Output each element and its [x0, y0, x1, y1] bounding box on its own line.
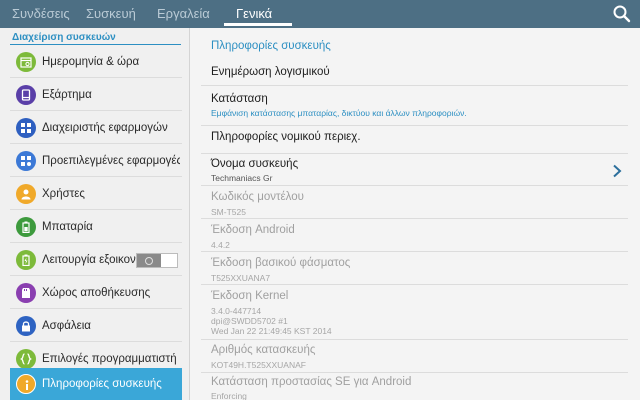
sidebar-item-app-manager[interactable]: Διαχειριστής εφαρμογών	[10, 112, 182, 144]
sidebar-item-accessory[interactable]: Εξάρτημα	[10, 79, 182, 111]
row-android-version: Έκδοση Android 4.4.2	[201, 219, 628, 252]
row-device-name[interactable]: Όνομα συσκευής Techmaniacs Gr	[201, 154, 628, 186]
chevron-right-icon	[612, 164, 622, 178]
search-icon[interactable]	[612, 4, 632, 24]
row-model-number: Κωδικός μοντέλου SM-T525	[201, 186, 628, 219]
row-title: Κωδικός μοντέλου	[211, 191, 304, 203]
row-subtitle: Enforcing	[211, 391, 247, 400]
top-tab-bar: Συνδέσεις Συσκευή Εργαλεία Γενικά	[0, 0, 640, 28]
sidebar-item-label: Χρήστες	[42, 188, 85, 200]
storage-icon	[16, 283, 36, 303]
sidebar-item-label: Λειτουργία εξοικονόμησης ενέργειας	[42, 254, 140, 266]
row-title: Έκδοση Kernel	[211, 290, 289, 302]
row-title: Αριθμός κατασκευής	[211, 344, 316, 356]
row-subtitle: SM-T525	[211, 207, 246, 217]
row-kernel-version: Έκδοση Kernel 3.4.0-447714 dpi@SWDD5702 …	[201, 285, 628, 340]
sidebar-item-security[interactable]: Ασφάλεια	[10, 310, 182, 342]
calendar-clock-icon	[16, 52, 36, 72]
row-title: Όνομα συσκευής	[211, 158, 299, 170]
row-title: Έκδοση βασικού φάσματος	[211, 257, 351, 269]
sidebar-item-label: Πληροφορίες συσκευής	[42, 378, 162, 390]
row-subtitle: T525XXUANA7	[211, 273, 271, 283]
row-subtitle-line: dpi@SWDD5702 #1	[211, 316, 288, 326]
row-subtitle: 4.4.2	[211, 240, 230, 250]
sidebar-item-label: Ημερομηνία & ώρα	[42, 56, 140, 68]
app-grid-icon	[16, 118, 36, 138]
row-legal-info[interactable]: Πληροφορίες νομικού περιεχ.	[201, 126, 628, 154]
sidebar-item-users[interactable]: Χρήστες	[10, 178, 182, 210]
row-subtitle: Techmaniacs Gr	[211, 173, 273, 183]
sidebar-item-battery[interactable]: Μπαταρία	[10, 211, 182, 243]
sidebar-item-label: Διαχειριστής εφαρμογών	[42, 122, 168, 134]
row-title: Κατάσταση προστασίας SE για Android	[211, 376, 412, 388]
power-saving-icon	[16, 250, 36, 270]
sidebar-item-label: Μπαταρία	[42, 221, 93, 233]
battery-icon	[16, 217, 36, 237]
power-saving-toggle[interactable]	[136, 253, 178, 268]
row-subtitle-line: 3.4.0-447714	[211, 306, 262, 316]
sidebar-section-title: Διαχείριση συσκευών	[12, 32, 116, 43]
row-title: Κατάσταση	[211, 93, 268, 105]
developer-braces-icon	[16, 349, 36, 369]
lock-icon	[16, 316, 36, 336]
device-info-panel: Πληροφορίες συσκευής Ενημέρωση λογισμικο…	[191, 28, 640, 400]
users-icon	[16, 184, 36, 204]
tab-tools[interactable]: Εργαλεία	[155, 0, 212, 28]
panel-header: Πληροφορίες συσκευής	[211, 40, 331, 52]
row-subtitle: KOT49H.T525XXUANAF	[211, 360, 306, 370]
settings-sidebar: Διαχείριση συσκευών Ημερομηνία & ώρα Εξά…	[0, 28, 190, 400]
sidebar-item-label: Προεπιλεγμένες εφαρμογές	[42, 155, 180, 167]
row-baseband-version: Έκδοση βασικού φάσματος T525XXUANA7	[201, 252, 628, 285]
row-title: Ενημέρωση λογισμικού	[211, 66, 330, 78]
row-software-update[interactable]: Ενημέρωση λογισμικού	[201, 58, 628, 86]
tab-device[interactable]: Συσκευή	[84, 0, 138, 28]
sidebar-item-power-saving[interactable]: Λειτουργία εξοικονόμησης ενέργειας	[10, 244, 182, 276]
row-subtitle: Εμφάνιση κατάστασης μπαταρίας, δικτύου κ…	[211, 108, 467, 118]
accessory-icon	[16, 85, 36, 105]
row-se-android-status: Κατάσταση προστασίας SE για Android Enfo…	[201, 373, 628, 400]
row-subtitle-line: Wed Jan 22 21:49:45 KST 2014	[211, 326, 332, 336]
tab-general[interactable]: Γενικά	[223, 0, 293, 28]
tab-connections[interactable]: Συνδέσεις	[10, 0, 72, 28]
sidebar-item-label: Εξάρτημα	[42, 89, 92, 101]
row-build-number: Αριθμός κατασκευής KOT49H.T525XXUANAF	[201, 340, 628, 373]
row-status[interactable]: Κατάσταση Εμφάνιση κατάστασης μπαταρίας,…	[201, 86, 628, 126]
row-title: Πληροφορίες νομικού περιεχ.	[211, 131, 361, 143]
default-apps-icon	[16, 151, 36, 171]
sidebar-item-label: Ασφάλεια	[42, 320, 91, 332]
toggle-knob	[137, 254, 161, 267]
sidebar-item-default-apps[interactable]: Προεπιλεγμένες εφαρμογές	[10, 145, 182, 177]
sidebar-item-storage[interactable]: Χώρος αποθήκευσης	[10, 277, 182, 309]
sidebar-item-date-time[interactable]: Ημερομηνία & ώρα	[10, 46, 182, 78]
sidebar-item-label: Χώρος αποθήκευσης	[42, 287, 151, 299]
row-title: Έκδοση Android	[211, 224, 295, 236]
sidebar-item-device-info[interactable]: Πληροφορίες συσκευής	[10, 368, 182, 400]
info-icon	[16, 374, 36, 394]
section-divider	[10, 44, 181, 45]
